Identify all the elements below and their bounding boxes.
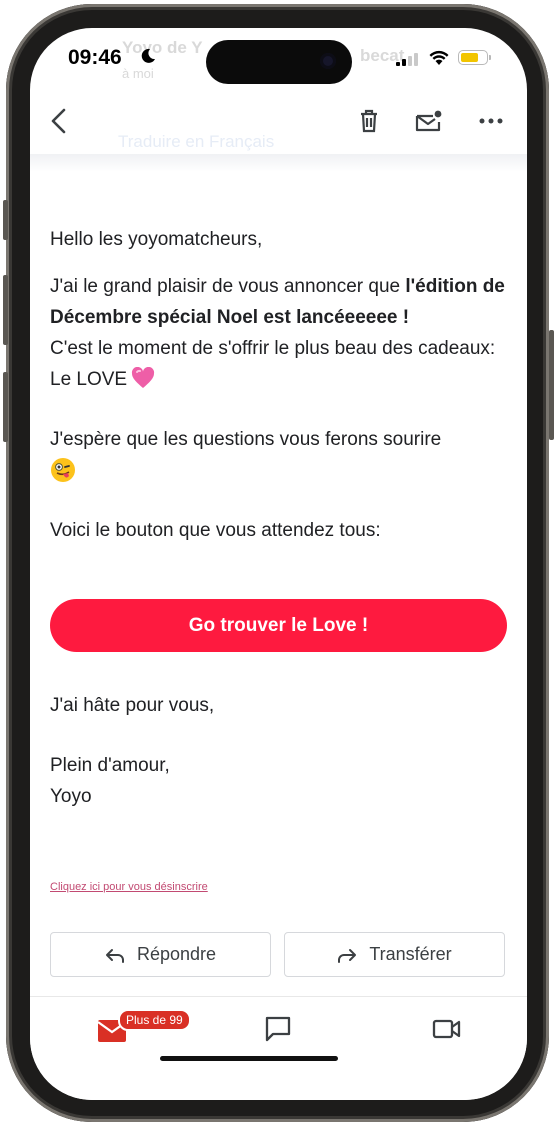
- trash-icon: [361, 109, 377, 133]
- back-button[interactable]: [44, 106, 74, 136]
- power-button: [549, 330, 554, 440]
- nav-meet-button[interactable]: [432, 1017, 462, 1041]
- more-options-button[interactable]: [476, 106, 506, 136]
- screen: Yoyo de Y à moi becat 09:46 Traduire en …: [30, 28, 527, 1100]
- gift-text: C'est le moment de s'offrir le plus beau…: [50, 338, 496, 390]
- ghost-sub: à moi: [122, 66, 154, 81]
- camera-icon: [320, 53, 336, 69]
- forward-icon: [338, 948, 357, 963]
- forward-button[interactable]: Transférer: [284, 932, 505, 977]
- winking-tongue-emoji-icon: [51, 458, 75, 482]
- mark-unread-button[interactable]: [414, 106, 444, 136]
- reply-icon: [105, 948, 124, 963]
- status-time: 09:46: [68, 46, 122, 69]
- wifi-icon: [429, 50, 449, 65]
- video-icon: [432, 1019, 461, 1039]
- more-horizontal-icon: [479, 118, 503, 124]
- email-toolbar: [30, 90, 527, 152]
- nav-chat-button[interactable]: [264, 1015, 292, 1043]
- action-button: [3, 200, 8, 240]
- button-intro: Voici le bouton que vous attendez tous:: [50, 520, 381, 541]
- go-trouver-le-love-button[interactable]: Go trouver le Love !: [50, 599, 507, 652]
- toolbar-divider: [30, 154, 527, 172]
- battery-icon: [458, 50, 491, 65]
- dynamic-island: [206, 40, 352, 84]
- chat-icon: [265, 1016, 291, 1042]
- delete-button[interactable]: [354, 106, 384, 136]
- reply-button[interactable]: Répondre: [50, 932, 271, 977]
- forward-label: Transférer: [369, 944, 452, 964]
- volume-up-button: [3, 275, 8, 345]
- unsubscribe-link[interactable]: Cliquez ici pour vous désinscrire: [50, 881, 208, 893]
- chevron-left-icon: [51, 108, 66, 134]
- greeting: Hello les yoyomatcheurs,: [50, 229, 263, 250]
- signature: Yoyo: [50, 786, 92, 807]
- status-bar: Yoyo de Y à moi becat 09:46: [30, 28, 527, 90]
- home-indicator[interactable]: [160, 1056, 338, 1061]
- email-body: Hello les yoyomatcheurs, J'ai le grand p…: [50, 224, 510, 546]
- ghost-sender: Yoyo de Y: [122, 38, 203, 57]
- reply-label: Répondre: [136, 944, 217, 964]
- bottom-navigation: Plus de 99: [30, 996, 527, 1100]
- pink-heart-icon: [132, 367, 155, 388]
- smile-line: J'espère que les questions vous ferons s…: [50, 429, 442, 450]
- mail-unread-badge: Plus de 99: [118, 1009, 191, 1031]
- mail-unread-icon: [415, 110, 442, 132]
- love-line: Plein d'amour,: [50, 755, 170, 776]
- volume-down-button: [3, 372, 8, 442]
- announcement-text: J'ai le grand plaisir de vous annoncer q…: [50, 276, 401, 297]
- email-closing: J'ai hâte pour vous, Plein d'amour, Yoyo: [50, 690, 510, 812]
- focus-moon-icon: [141, 48, 155, 63]
- announcement: J'ai le grand plaisir de vous annoncer q…: [50, 271, 510, 333]
- gift-line: C'est le moment de s'offrir le plus beau…: [50, 333, 510, 395]
- cellular-signal-icon: [396, 52, 420, 66]
- closing-line: J'ai hâte pour vous,: [50, 695, 215, 716]
